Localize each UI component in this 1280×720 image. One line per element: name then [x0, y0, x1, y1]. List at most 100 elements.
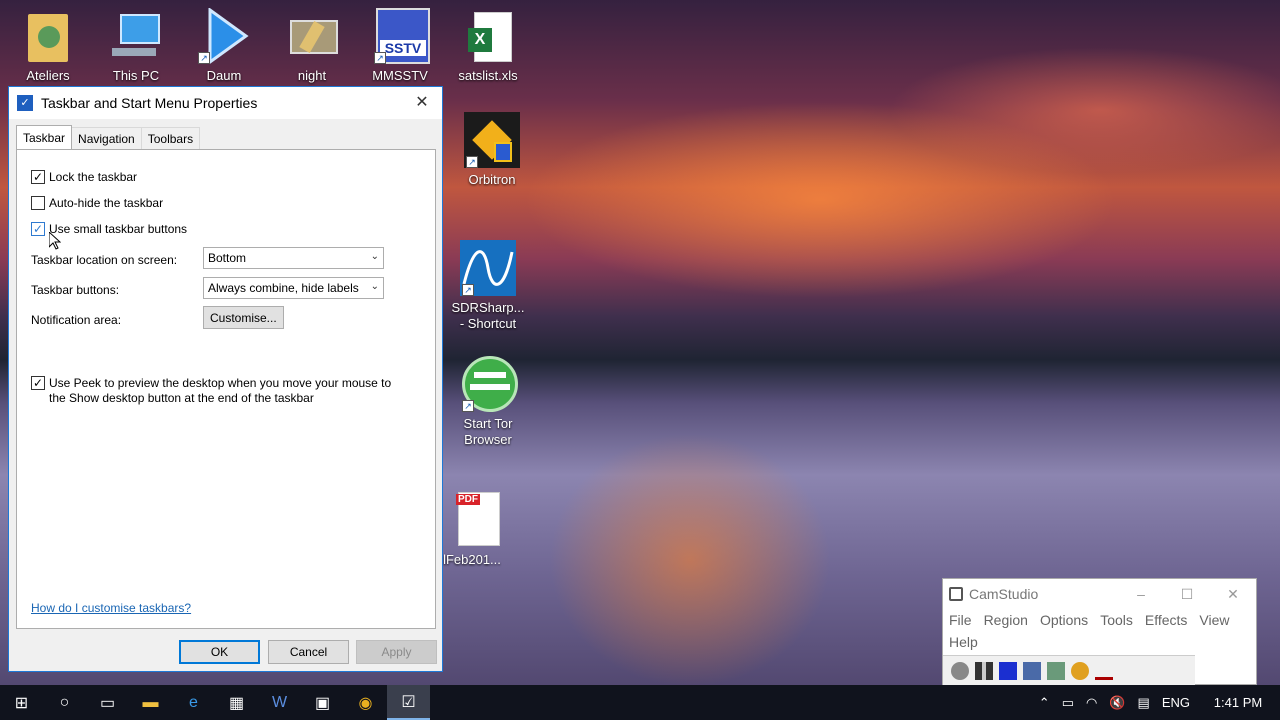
maximize-button[interactable]: ☐: [1164, 586, 1210, 603]
clock[interactable]: 1:41 PM: [1202, 695, 1274, 710]
camstudio-menubar: File Region Options Tools Effects View H…: [943, 609, 1256, 653]
stop-icon[interactable]: [999, 661, 1017, 680]
pdf-icon: PDF: [444, 492, 500, 548]
pause-icon[interactable]: [975, 661, 993, 680]
autohide-taskbar-option[interactable]: Auto-hide the taskbar: [31, 196, 163, 210]
tab-taskbar[interactable]: Taskbar: [16, 125, 73, 149]
notification-icon[interactable]: ▤: [1138, 695, 1150, 711]
excel-icon: X: [460, 8, 516, 64]
language-indicator[interactable]: ENG: [1162, 695, 1190, 710]
chevron-up-icon[interactable]: ⌃: [1039, 695, 1050, 711]
ok-button[interactable]: OK: [179, 640, 260, 664]
desktop-icon-this-pc[interactable]: This PC: [94, 8, 178, 84]
tab-navigation[interactable]: Navigation: [71, 127, 142, 149]
computer-icon: [108, 8, 164, 64]
desktop-icon-sdrsharp[interactable]: ↗ SDRSharp... - Shortcut: [446, 240, 530, 332]
menu-view[interactable]: View: [1199, 609, 1229, 631]
shortcut-arrow-icon: ↗: [462, 284, 474, 296]
system-tray: ⌃ ▭ ◠ 🔇 ▤ ENG 1:41 PM: [1033, 685, 1280, 720]
camstudio-toolbar: [943, 655, 1195, 685]
autopan-icon[interactable]: [1095, 662, 1113, 680]
orbitron-icon: ↗: [464, 112, 520, 168]
camstudio-icon: [949, 587, 963, 601]
taskbar-properties-dialog: ✓ Taskbar and Start Menu Properties ✕ Ta…: [8, 86, 443, 672]
region-icon[interactable]: [1047, 661, 1065, 680]
close-button[interactable]: ✕: [1210, 586, 1256, 603]
volume-mute-icon[interactable]: 🔇: [1109, 695, 1125, 711]
chrome-icon[interactable]: ◉: [344, 685, 387, 720]
start-windows-icon[interactable]: ⊞: [0, 685, 43, 720]
location-value: Bottom: [208, 251, 247, 265]
peek-checkbox[interactable]: ✓: [31, 376, 45, 390]
wifi-icon[interactable]: ◠: [1086, 695, 1097, 711]
tab-strip: Taskbar Navigation Toolbars: [16, 125, 201, 149]
camstudio-taskbar-icon[interactable]: ▣: [301, 685, 344, 720]
taskbar: ⊞ ○ ▭ ▬ e ▦ W ▣ ◉ ☑ ⌃ ▭ ◠ 🔇 ▤ ENG 1:41 P…: [0, 685, 1280, 720]
minimize-button[interactable]: –: [1118, 586, 1164, 602]
menu-file[interactable]: File: [949, 609, 972, 631]
camstudio-titlebar[interactable]: CamStudio – ☐ ✕: [943, 579, 1256, 609]
chevron-down-icon: ⌄: [370, 281, 379, 292]
menu-options[interactable]: Options: [1040, 609, 1088, 631]
lock-taskbar-label: Lock the taskbar: [49, 170, 138, 184]
help-link[interactable]: How do I customise taskbars?: [31, 601, 191, 615]
taskbar-tab-panel: ✓ Lock the taskbar Auto-hide the taskbar…: [16, 149, 436, 629]
sstv-icon: SSTV ↗: [372, 8, 430, 64]
lock-taskbar-checkbox[interactable]: ✓: [31, 170, 45, 184]
taskbar-properties-taskbar-icon[interactable]: ☑: [387, 685, 430, 720]
image-icon: [284, 8, 340, 64]
dialog-title: Taskbar and Start Menu Properties: [41, 95, 258, 111]
autohide-taskbar-label: Auto-hide the taskbar: [49, 196, 164, 210]
autohide-taskbar-checkbox[interactable]: [31, 196, 45, 210]
word-icon[interactable]: W: [258, 685, 301, 720]
desktop-icon-mmsstv[interactable]: SSTV ↗ MMSSTV: [358, 8, 442, 84]
pdf-badge: PDF: [456, 494, 480, 505]
notification-label: Notification area:: [31, 313, 122, 327]
options-icon[interactable]: [1023, 661, 1041, 680]
mouse-cursor-icon: [49, 232, 61, 250]
menu-effects[interactable]: Effects: [1145, 609, 1188, 631]
location-dropdown[interactable]: Bottom ⌄: [203, 247, 384, 269]
sstv-text: SSTV: [380, 40, 426, 56]
battery-icon[interactable]: ▭: [1062, 695, 1074, 711]
small-buttons-label: Use small taskbar buttons: [49, 222, 188, 236]
file-explorer-icon[interactable]: ▬: [129, 685, 172, 720]
peek-label: Use Peek to preview the desktop when you…: [49, 376, 392, 405]
desktop-icon-orbitron[interactable]: ↗ Orbitron: [450, 112, 534, 188]
location-label: Taskbar location on screen:: [31, 253, 178, 267]
desktop-icon-daum[interactable]: ↗ Daum: [182, 7, 266, 84]
lock-taskbar-option[interactable]: ✓ Lock the taskbar: [31, 170, 137, 184]
store-icon[interactable]: ▦: [215, 685, 258, 720]
desktop-icon-night[interactable]: night: [270, 8, 354, 84]
tor-icon: ↗: [460, 356, 518, 412]
menu-region[interactable]: Region: [984, 609, 1028, 631]
desktop-icon-tor[interactable]: ↗ Start Tor Browser: [446, 356, 530, 448]
apply-button[interactable]: Apply: [356, 640, 437, 664]
close-button[interactable]: ✕: [402, 87, 442, 119]
buttons-dropdown[interactable]: Always combine, hide labels ⌄: [203, 277, 384, 299]
taskbar-properties-icon: ✓: [17, 95, 33, 111]
dialog-titlebar[interactable]: ✓ Taskbar and Start Menu Properties ✕: [9, 87, 442, 119]
shortcut-arrow-icon: ↗: [462, 400, 474, 412]
shortcut-arrow-icon: ↗: [198, 52, 210, 64]
buttons-label: Taskbar buttons:: [31, 283, 120, 297]
task-view-icon[interactable]: ▭: [86, 685, 129, 720]
menu-help[interactable]: Help: [949, 631, 978, 653]
chevron-down-icon: ⌄: [370, 251, 379, 262]
peek-option[interactable]: ✓ Use Peek to preview the desktop when y…: [31, 376, 411, 406]
play-icon: ↗: [196, 7, 252, 65]
cancel-button[interactable]: Cancel: [268, 640, 349, 664]
buttons-value: Always combine, hide labels: [208, 281, 359, 295]
shortcut-arrow-icon: ↗: [374, 52, 386, 64]
tab-toolbars[interactable]: Toolbars: [140, 127, 201, 149]
small-buttons-checkbox[interactable]: ✓: [31, 222, 45, 236]
customise-button[interactable]: Customise...: [203, 306, 284, 329]
desktop-icon-ateliers[interactable]: Ateliers: [6, 8, 90, 84]
camstudio-title: CamStudio: [969, 586, 1039, 602]
cortana-circle-icon[interactable]: ○: [43, 685, 86, 720]
effects-icon[interactable]: [1071, 661, 1089, 680]
desktop-icon-satslist[interactable]: X satslist.xls: [446, 8, 530, 84]
menu-tools[interactable]: Tools: [1100, 609, 1133, 631]
record-icon[interactable]: [951, 661, 969, 680]
edge-icon[interactable]: e: [172, 685, 215, 720]
